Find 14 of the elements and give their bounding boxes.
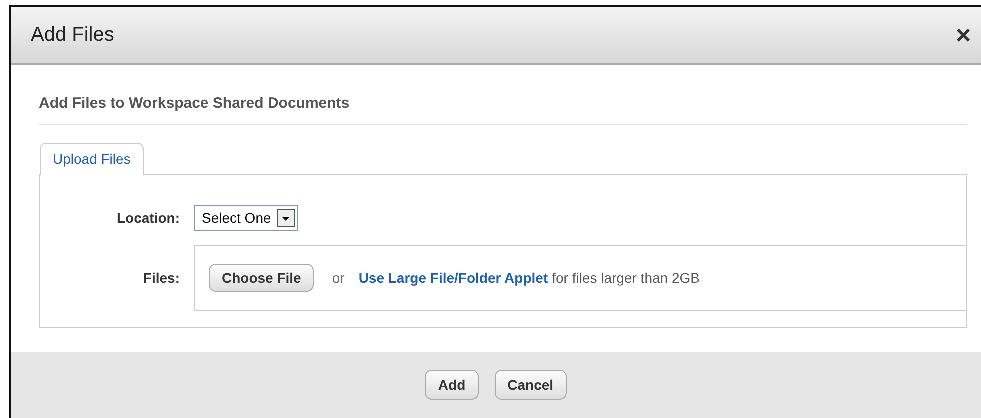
dialog-title: Add Files: [31, 24, 114, 46]
applet-link[interactable]: Use Large File/Folder Applet: [358, 270, 548, 286]
dropdown-caret-icon: [277, 209, 296, 227]
location-label: Location:: [116, 210, 181, 226]
or-text: or: [332, 270, 345, 286]
dialog-button[interactable]: Add: [425, 370, 479, 400]
section-heading: Add Files to Workspace Shared Documents: [39, 95, 967, 125]
size-note: for files larger than 2GB: [552, 270, 700, 286]
close-button[interactable]: ×: [954, 22, 973, 48]
dialog-button[interactable]: Cancel: [494, 370, 567, 400]
tab[interactable]: Upload Files: [40, 143, 144, 175]
choose-file-button[interactable]: Choose File: [209, 264, 314, 292]
location-dropdown[interactable]: Select One: [194, 205, 298, 231]
files-label: Files:: [142, 270, 181, 286]
